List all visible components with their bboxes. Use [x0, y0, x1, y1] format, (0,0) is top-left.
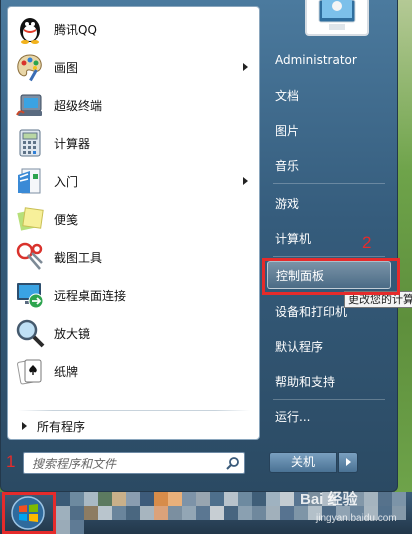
program-label: 远程桌面连接	[54, 288, 127, 303]
program-label: 超级终端	[54, 98, 103, 113]
right-item-help-support[interactable]: 帮助和支持	[267, 367, 391, 395]
right-item-user[interactable]: Administrator	[267, 46, 391, 74]
expand-arrow-icon	[22, 422, 27, 430]
program-label: 便笺	[54, 212, 79, 227]
shutdown-button[interactable]: 关机	[269, 452, 337, 473]
program-item-hyperterminal[interactable]: 超级终端	[14, 87, 252, 123]
right-divider	[273, 399, 385, 400]
search-input[interactable]	[30, 455, 220, 473]
program-label: 画图	[54, 60, 79, 75]
program-item-paint[interactable]: 画图	[14, 49, 252, 85]
submenu-arrow-icon	[243, 63, 248, 71]
solitaire-cards-icon	[17, 359, 42, 385]
right-item-documents[interactable]: 文档	[267, 81, 391, 109]
paint-palette-icon	[17, 54, 42, 82]
program-item-magnifier[interactable]: 放大镜	[14, 315, 252, 351]
watermark-brand: Bai 经验	[300, 491, 358, 508]
user-picture[interactable]	[305, 0, 369, 36]
qq-penguin-icon	[20, 18, 40, 44]
highlight-box-control-panel	[262, 258, 400, 295]
watermark-url: jingyan.baidu.com	[316, 513, 397, 524]
calculator-icon	[19, 129, 41, 157]
all-programs-button[interactable]: 所有程序	[16, 415, 246, 437]
search-icon[interactable]	[226, 456, 240, 470]
highlight-box-start-button	[2, 492, 56, 534]
right-item-music[interactable]: 音乐	[267, 151, 391, 179]
program-label: 入门	[54, 174, 79, 189]
programs-panel: 腾讯QQ 画图 超级终端 计算器 入门 便笺 截图工具 远程桌面连接 放大镜 纸…	[7, 6, 260, 440]
sticky-notes-icon	[17, 207, 44, 231]
start-menu: 腾讯QQ 画图 超级终端 计算器 入门 便笺 截图工具 远程桌面连接 放大镜 纸…	[0, 0, 398, 492]
program-item-getting-started[interactable]: 入门	[14, 163, 252, 199]
search-box	[23, 452, 245, 474]
program-label: 纸牌	[54, 364, 79, 379]
right-item-run[interactable]: 运行...	[267, 402, 391, 430]
right-item-default-programs[interactable]: 默认程序	[267, 332, 391, 360]
program-item-remote-desktop[interactable]: 远程桌面连接	[14, 277, 252, 313]
remote-desktop-icon	[17, 283, 44, 309]
program-label: 截图工具	[54, 250, 103, 265]
hyperterminal-icon	[16, 94, 42, 116]
right-item-computer[interactable]: 计算机	[267, 224, 391, 252]
all-programs-label: 所有程序	[37, 419, 86, 434]
program-item-snipping-tool[interactable]: 截图工具	[14, 239, 252, 275]
right-item-pictures[interactable]: 图片	[267, 116, 391, 144]
program-label: 放大镜	[54, 326, 91, 341]
right-divider	[273, 256, 385, 257]
magnifier-icon	[16, 319, 45, 348]
step-number-one: 1	[6, 452, 16, 471]
program-label: 计算器	[54, 136, 91, 151]
right-item-games[interactable]: 游戏	[267, 189, 391, 217]
submenu-arrow-icon	[243, 177, 248, 185]
program-item-qq[interactable]: 腾讯QQ	[14, 11, 252, 47]
program-item-solitaire[interactable]: 纸牌	[14, 353, 252, 389]
program-label: 腾讯QQ	[54, 22, 97, 37]
right-divider	[273, 183, 385, 184]
programs-divider	[18, 410, 250, 411]
computer-user-icon	[318, 0, 356, 30]
program-item-calculator[interactable]: 计算器	[14, 125, 252, 161]
program-item-sticky-notes[interactable]: 便笺	[14, 201, 252, 237]
getting-started-icon	[18, 168, 41, 194]
shutdown-options-arrow-icon[interactable]	[338, 452, 358, 473]
snipping-tool-icon	[16, 242, 43, 270]
step-number-two: 2	[362, 233, 372, 252]
